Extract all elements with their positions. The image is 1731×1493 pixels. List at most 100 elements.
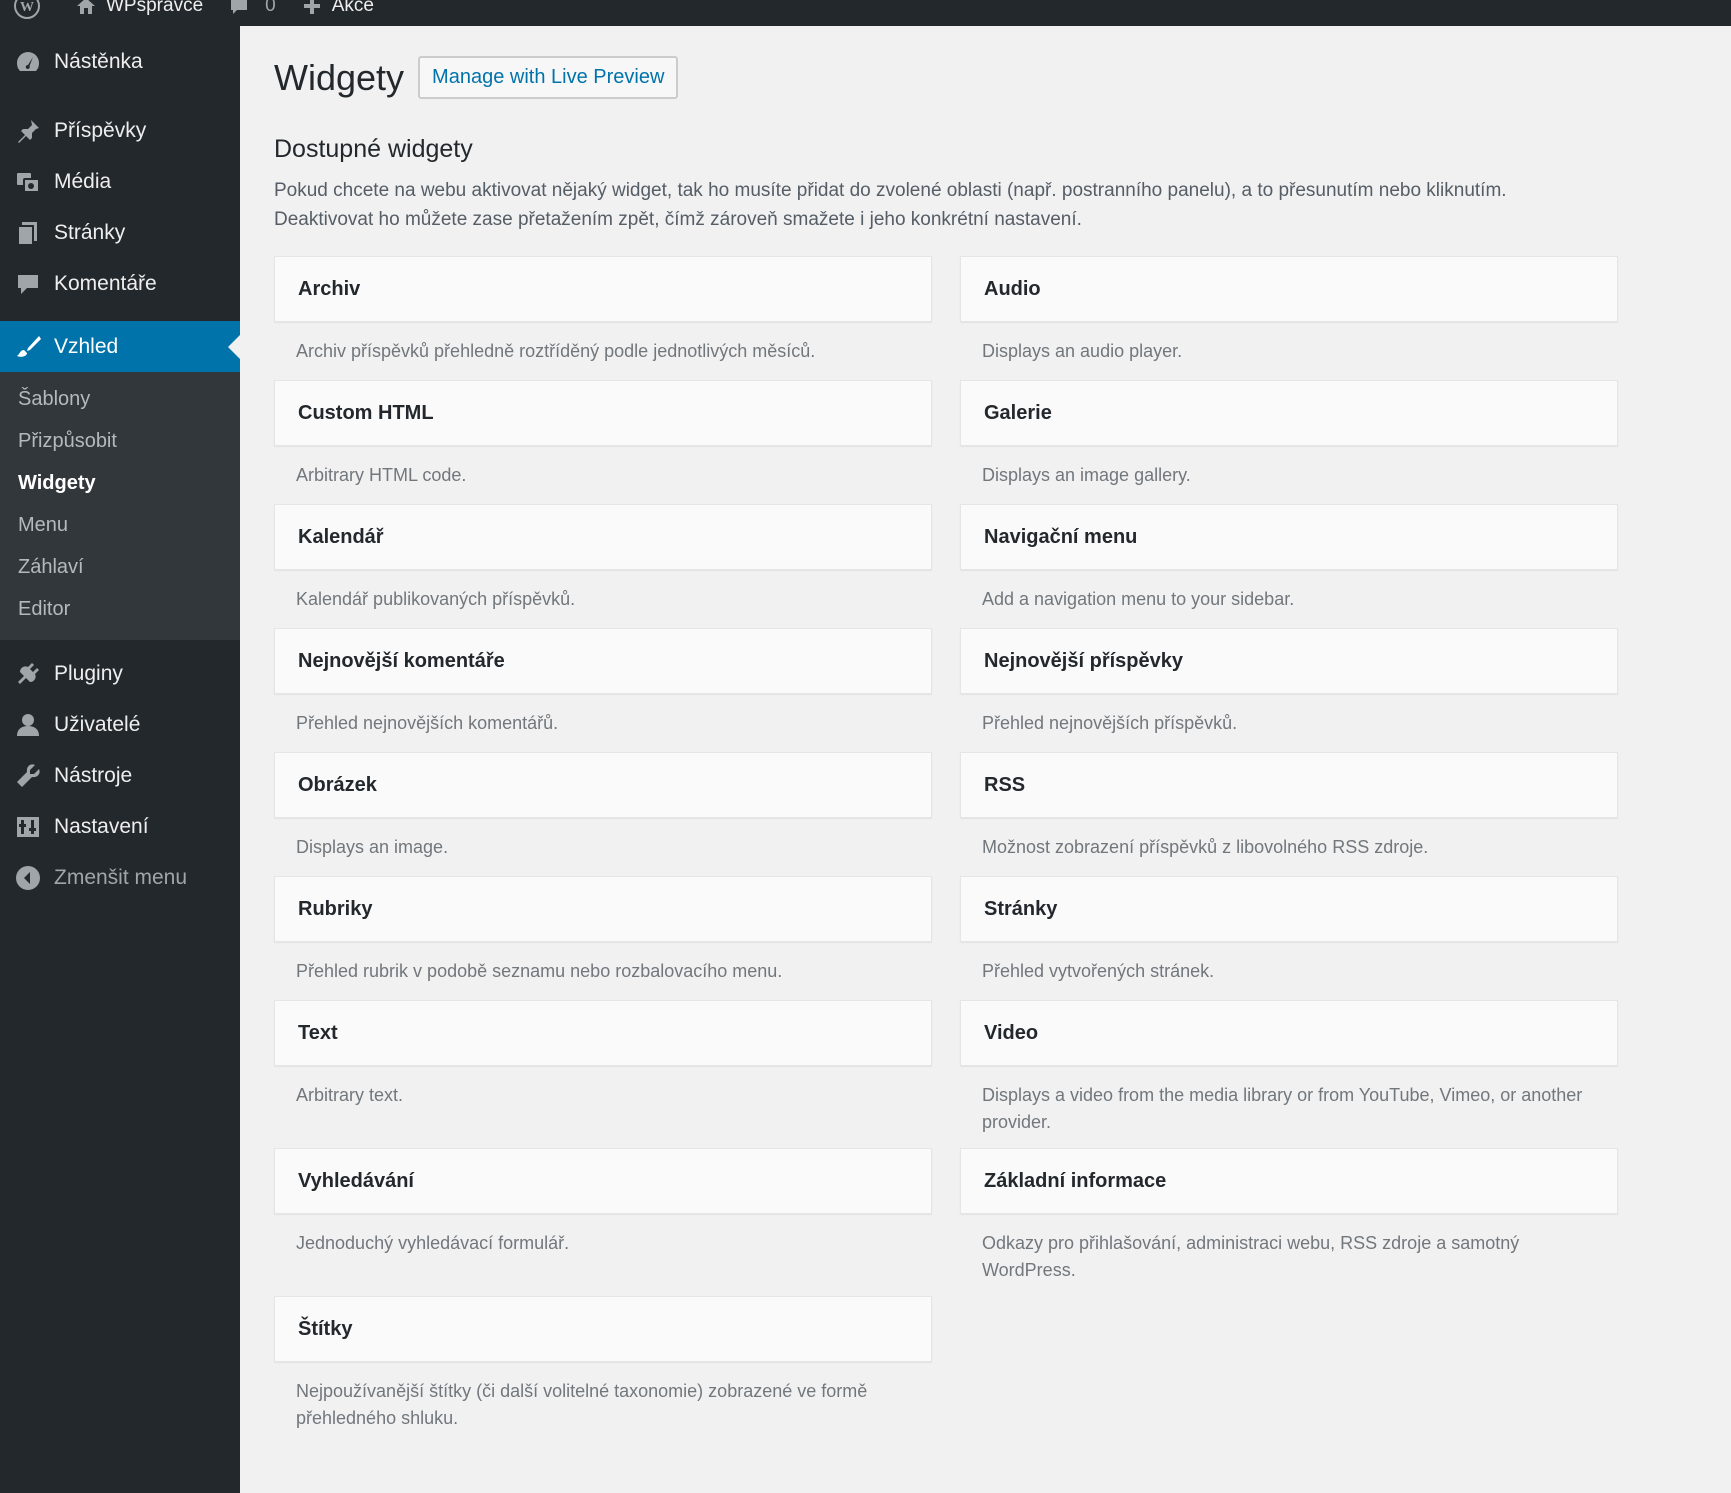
menu-label: Stránky — [54, 220, 126, 244]
widget-title-box[interactable]: Custom HTML — [274, 380, 932, 446]
widget-title-box[interactable]: Text — [274, 1000, 932, 1066]
widget-item: Rubriky Přehled rubrik v podobě seznamu n… — [274, 876, 932, 1000]
widget-title-box[interactable]: Základní informace — [960, 1148, 1618, 1214]
widget-title-box[interactable]: Nejnovější příspěvky — [960, 628, 1618, 694]
widget-description: Přehled nejnovějších příspěvků. — [982, 713, 1238, 733]
widget-item: Archiv Archiv příspěvků přehledně roztříd… — [274, 256, 932, 380]
menu-item-media[interactable]: Média — [0, 156, 240, 207]
menu-item-comments[interactable]: Komentáře — [0, 258, 240, 309]
submenu-item-widgets[interactable]: Widgety — [0, 462, 240, 504]
site-name-link[interactable]: WPspravce — [76, 0, 203, 19]
wordpress-logo-icon[interactable]: W — [14, 0, 50, 19]
dashboard-icon — [14, 48, 42, 76]
menu-label: Vzhled — [54, 334, 119, 358]
widget-title-box[interactable]: Štítky — [274, 1296, 932, 1362]
plugin-icon — [14, 660, 42, 688]
menu-item-plugins[interactable]: Pluginy — [0, 648, 240, 699]
pin-icon — [14, 117, 42, 145]
widget-item: Obrázek Displays an image. — [274, 752, 932, 876]
widget-title-box[interactable]: Rubriky — [274, 876, 932, 942]
widget-title-box[interactable]: Vyhledávání — [274, 1148, 932, 1214]
widget-item: Custom HTML Arbitrary HTML code. — [274, 380, 932, 504]
pages-icon — [14, 219, 42, 247]
submenu-item-header[interactable]: Záhlaví — [0, 546, 240, 588]
intro-text: Pokud chcete na webu aktivovat nějaký wi… — [274, 176, 1574, 234]
page-title: Widgety — [274, 56, 405, 98]
new-content-link[interactable]: Akce — [302, 0, 374, 19]
menu-label: Nástěnka — [54, 49, 143, 73]
menu-item-posts[interactable]: Příspěvky — [0, 105, 240, 156]
title-row: Widgety Manage with Live Preview — [274, 56, 1731, 99]
comments-count: 0 — [265, 0, 276, 16]
menu-label: Pluginy — [54, 661, 123, 685]
menu-item-tools[interactable]: Nástroje — [0, 750, 240, 801]
widget-item: RSS Možnost zobrazení příspěvků z libovol… — [960, 752, 1618, 876]
widget-title-box[interactable]: RSS — [960, 752, 1618, 818]
menu-label: Média — [54, 169, 112, 193]
wrench-icon — [14, 762, 42, 790]
new-content-label: Akce — [331, 0, 374, 16]
media-icon — [14, 168, 42, 196]
comment-bubble-icon — [231, 0, 248, 14]
menu-item-appearance[interactable]: Vzhled — [0, 321, 240, 372]
widget-description: Displays an image. — [296, 837, 449, 857]
widget-item: Nejnovější komentáře Přehled nejnovějších… — [274, 628, 932, 752]
widget-title-box[interactable]: Audio — [960, 256, 1618, 322]
comments-link[interactable]: 0 — [229, 0, 276, 19]
widget-description: Arbitrary HTML code. — [296, 465, 467, 485]
menu-item-settings[interactable]: Nastavení — [0, 801, 240, 852]
menu-item-users[interactable]: Uživatelé — [0, 699, 240, 750]
menu-label: Nastavení — [54, 814, 149, 838]
comment-icon — [14, 270, 42, 298]
widget-description: Jednoduchý vyhledávací formulář. — [296, 1233, 570, 1253]
widget-description: Archiv příspěvků přehledně roztříděný po… — [296, 341, 816, 361]
menu-label: Komentáře — [54, 271, 157, 295]
widget-description: Nejpoužívanější štítky (či další volitel… — [296, 1381, 868, 1428]
submenu-item-editor[interactable]: Editor — [0, 588, 240, 630]
widget-title-box[interactable]: Navigační menu — [960, 504, 1618, 570]
widget-item: Základní informace Odkazy pro přihlašován… — [960, 1148, 1618, 1296]
widget-item: Text Arbitrary text. — [274, 1000, 932, 1148]
widget-title-box[interactable]: Stránky — [960, 876, 1618, 942]
intro-line-1: Pokud chcete na webu aktivovat nějaký wi… — [274, 180, 1507, 201]
widget-item: Vyhledávání Jednoduchý vyhledávací formul… — [274, 1148, 932, 1296]
widget-description: Přehled rubrik v podobě seznamu nebo roz… — [296, 961, 783, 981]
home-icon — [77, 0, 95, 14]
widget-item: Kalendář Kalendář publikovaných příspěvků… — [274, 504, 932, 628]
menu-item-pages[interactable]: Stránky — [0, 207, 240, 258]
widget-title-box[interactable]: Video — [960, 1000, 1618, 1066]
widget-description: Přehled vytvořených stránek. — [982, 961, 1215, 981]
widget-description: Add a navigation menu to your sidebar. — [982, 589, 1295, 609]
widget-title-box[interactable]: Kalendář — [274, 504, 932, 570]
live-preview-button[interactable]: Manage with Live Preview — [418, 56, 679, 99]
widget-item: Navigační menu Add a navigation menu to y… — [960, 504, 1618, 628]
submenu-item-customize[interactable]: Přizpůsobit — [0, 420, 240, 462]
submenu-item-menus[interactable]: Menu — [0, 504, 240, 546]
user-icon — [14, 711, 42, 739]
widget-description: Přehled nejnovějších komentářů. — [296, 713, 559, 733]
collapse-menu-button[interactable]: Zmenšit menu — [0, 852, 240, 903]
widget-title-box[interactable]: Archiv — [274, 256, 932, 322]
widget-title-box[interactable]: Obrázek — [274, 752, 932, 818]
widget-title-box[interactable]: Galerie — [960, 380, 1618, 446]
admin-bar: W WPspravce 0 Akce — [0, 0, 1731, 26]
brush-icon — [14, 333, 42, 361]
menu-label: Nástroje — [54, 763, 133, 787]
widget-description: Displays an audio player. — [982, 341, 1183, 361]
menu-item-dashboard[interactable]: Nástěnka — [0, 36, 240, 87]
widget-title-box[interactable]: Nejnovější komentáře — [274, 628, 932, 694]
widget-item: Video Displays a video from the media lib… — [960, 1000, 1618, 1148]
widget-description: Displays a video from the media library … — [982, 1085, 1583, 1132]
svg-text:W: W — [20, 0, 34, 15]
widget-item: Nejnovější příspěvky Přehled nejnovějších… — [960, 628, 1618, 752]
widget-item: Galerie Displays an image gallery. — [960, 380, 1618, 504]
widget-description: Displays an image gallery. — [982, 465, 1191, 485]
admin-sidebar: Nástěnka Příspěvky Média Stránky Komentá… — [0, 26, 240, 1493]
submenu-item-themes[interactable]: Šablony — [0, 378, 240, 420]
collapse-label: Zmenšit menu — [54, 865, 188, 889]
widget-item: Audio Displays an audio player. — [960, 256, 1618, 380]
settings-icon — [14, 813, 42, 841]
main-content: Widgety Manage with Live Preview Dostupn… — [240, 26, 1731, 1493]
appearance-submenu: Šablony Přizpůsobit Widgety Menu Záhlaví… — [0, 372, 240, 640]
widget-description: Kalendář publikovaných příspěvků. — [296, 589, 576, 609]
